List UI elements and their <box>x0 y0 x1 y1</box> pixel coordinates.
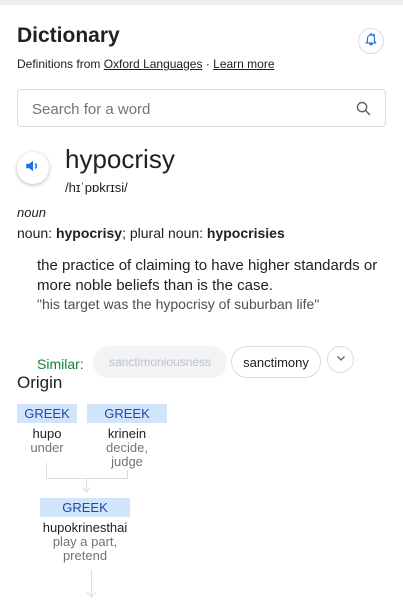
origin-language-tag: GREEK <box>17 404 77 423</box>
definition: the practice of claiming to have higher … <box>37 257 378 294</box>
origin-meaning: under <box>30 440 64 455</box>
origin-title: Origin <box>17 373 63 392</box>
word-forms: noun: hypocrisy; plural noun: hypocrisie… <box>17 225 285 241</box>
bell-plus-icon <box>364 32 378 51</box>
singular-form: hypocrisy <box>55 225 123 241</box>
similar-label: Similar: <box>37 356 84 372</box>
learn-more-link[interactable]: Learn more <box>213 57 274 71</box>
subscribe-button[interactable] <box>358 28 384 54</box>
origin-word: hupokrinesthai <box>42 520 128 535</box>
origin-word: krinein <box>107 426 147 441</box>
origin-root: GREEK krinein decide, judge <box>87 404 167 469</box>
example-sentence: "his target was the hypocrisy of suburba… <box>37 296 320 312</box>
origin-language-tag: GREEK <box>87 404 167 423</box>
origin-combined: GREEK hupokrinesthai play a part, preten… <box>40 498 130 563</box>
similar-chip[interactable]: sanctimony <box>231 346 321 378</box>
dictionary-source: Definitions from Oxford Languages · Lear… <box>17 57 275 71</box>
word-search-box[interactable] <box>17 89 386 127</box>
dictionary-title: Dictionary <box>17 24 120 47</box>
separator: · <box>205 57 210 71</box>
pronounce-button[interactable] <box>17 152 49 184</box>
origin-connector <box>46 463 47 478</box>
search-input[interactable] <box>30 98 334 120</box>
origin-meaning: play a part, pretend <box>52 534 118 563</box>
arrow-down-icon <box>82 487 91 493</box>
chevron-down-icon <box>335 351 347 369</box>
origin-root: GREEK hupo under <box>17 404 77 455</box>
origin-meaning: decide, judge <box>106 440 148 469</box>
source-prefix: Definitions from <box>17 57 101 71</box>
top-bar <box>0 0 403 5</box>
search-icon[interactable] <box>355 100 372 122</box>
forms-label: noun <box>17 225 49 241</box>
origin-word: hupo <box>32 426 62 441</box>
origin-language-tag: GREEK <box>40 498 130 517</box>
part-of-speech: noun <box>17 205 46 220</box>
phonetic: /hɪˈpɒkrɪsi/ <box>65 180 128 195</box>
plural-form: hypocrisies <box>206 225 285 241</box>
arrow-down-icon <box>87 592 96 598</box>
expand-similar-button[interactable] <box>327 346 354 373</box>
speaker-icon <box>24 157 42 180</box>
headword: hypocrisy <box>65 144 175 174</box>
plural-label: plural noun <box>129 225 200 241</box>
origin-connector <box>46 478 128 479</box>
oxford-languages-link[interactable]: Oxford Languages <box>104 57 203 71</box>
origin-connector <box>127 470 128 478</box>
similar-chip[interactable]: sanctimoniousness <box>93 346 227 378</box>
